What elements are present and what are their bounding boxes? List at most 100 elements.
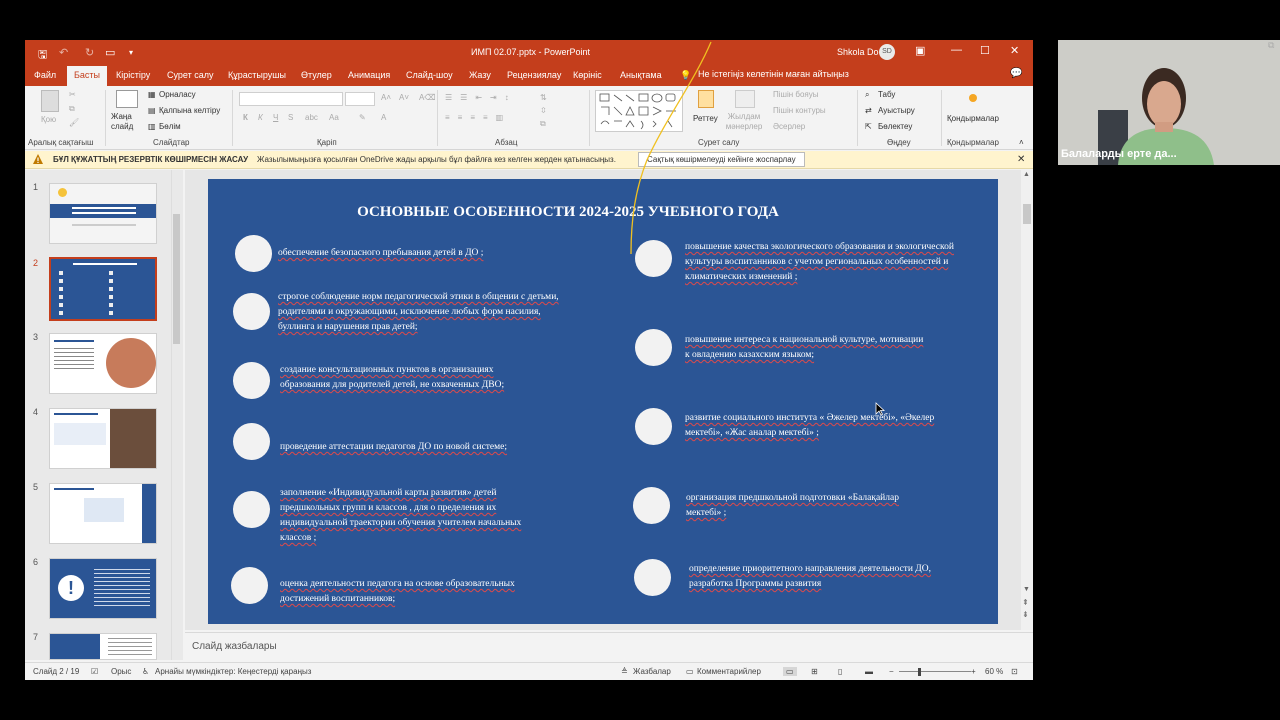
reading-view-icon[interactable]: ▯ bbox=[838, 667, 842, 676]
tab-review[interactable]: Рецензиялау bbox=[507, 70, 561, 80]
customize-qat-icon[interactable]: ▾ bbox=[129, 48, 133, 57]
addins-button[interactable]: Қондырмалар bbox=[947, 114, 999, 123]
slideshow-view-icon[interactable]: ▬ bbox=[865, 667, 873, 676]
user-name[interactable]: Shkola Do bbox=[837, 47, 879, 57]
tab-transitions[interactable]: Өтулер bbox=[301, 70, 332, 80]
close-icon[interactable]: ✕ bbox=[1010, 44, 1019, 57]
replace-button[interactable]: Ауыстыру bbox=[878, 106, 915, 115]
normal-view-icon[interactable]: ▭ bbox=[783, 667, 797, 676]
zoom-slider[interactable] bbox=[899, 671, 971, 672]
underline-button[interactable]: Ч bbox=[273, 113, 278, 122]
zoom-level[interactable]: 60 % bbox=[985, 667, 1003, 676]
tab-draw[interactable]: Сурет салу bbox=[167, 70, 214, 80]
tab-slideshow[interactable]: Слайд-шоу bbox=[406, 70, 453, 80]
left-item-1[interactable]: обеспечение безопасного пребывания детей… bbox=[278, 246, 538, 261]
layout-button[interactable]: Орналасу bbox=[159, 90, 196, 99]
smartart-icon[interactable]: ⧉ bbox=[540, 119, 546, 129]
notes-pane[interactable]: Слайд жазбалары bbox=[185, 632, 1033, 660]
quick-styles-button[interactable]: Жылдам мәнерлер bbox=[722, 112, 766, 132]
copy-icon[interactable]: ⧉ bbox=[69, 104, 75, 114]
right-item-3[interactable]: развитие социального института « Әжелер … bbox=[685, 411, 955, 441]
right-item-4[interactable]: организация предшкольной подготовки «Бал… bbox=[686, 491, 926, 521]
new-slide-button[interactable]: Жаңа слайд bbox=[111, 112, 141, 132]
minimize-icon[interactable]: — bbox=[951, 44, 962, 56]
strike-button[interactable]: S bbox=[288, 113, 293, 122]
tab-animations[interactable]: Анимация bbox=[348, 70, 390, 80]
font-name-box[interactable] bbox=[239, 92, 343, 106]
avatar[interactable]: SD bbox=[879, 44, 895, 60]
comments-toggle-icon[interactable]: ▭ bbox=[686, 667, 694, 676]
cut-icon[interactable]: ✂ bbox=[69, 90, 76, 99]
notes-placeholder[interactable]: Слайд жазбалары bbox=[192, 641, 277, 652]
slide-thumbnail-5[interactable] bbox=[49, 483, 157, 544]
redo-icon[interactable]: ↻ bbox=[85, 46, 94, 59]
zoom-slider-thumb[interactable] bbox=[918, 668, 921, 676]
reset-button[interactable]: Қалпына келтіру bbox=[159, 106, 220, 115]
font-shrink-icon[interactable]: A˅ bbox=[399, 93, 409, 102]
slide-thumbnail-1[interactable] bbox=[49, 183, 157, 244]
font-color-icon[interactable]: A bbox=[381, 113, 386, 122]
char-spacing-icon[interactable]: abc bbox=[305, 113, 318, 122]
slide-thumbnail-3[interactable] bbox=[49, 333, 157, 394]
accessibility-icon[interactable]: ♿ bbox=[142, 667, 149, 676]
format-painter-icon[interactable]: 🖌 bbox=[69, 118, 79, 127]
infobar-close-icon[interactable]: ✕ bbox=[1017, 154, 1025, 165]
right-item-1[interactable]: повышение качества экологического образо… bbox=[685, 240, 975, 285]
font-grow-icon[interactable]: A˄ bbox=[381, 93, 391, 102]
highlight-icon[interactable]: ✎ bbox=[359, 113, 366, 122]
text-direction-icon[interactable]: ⇅ bbox=[540, 93, 547, 102]
undo-icon[interactable]: ↶ bbox=[59, 46, 68, 59]
slide-thumbnail-7[interactable] bbox=[49, 633, 157, 660]
left-item-6[interactable]: оценка деятельности педагога на основе о… bbox=[280, 577, 560, 607]
slideshow-icon[interactable]: ▭ bbox=[105, 46, 115, 59]
paste-icon[interactable] bbox=[41, 90, 59, 112]
change-case-icon[interactable]: Aa bbox=[329, 113, 339, 122]
find-button[interactable]: Табу bbox=[878, 90, 895, 99]
clear-format-icon[interactable]: A⌫ bbox=[419, 93, 436, 102]
bullets-icon[interactable]: ☰☰⇤⇥↕ bbox=[445, 93, 517, 102]
comments-toggle[interactable]: Комментарийлер bbox=[697, 667, 761, 676]
accessibility-status[interactable]: Арнайы мүмкіндіктер: Кеңестерді қараңыз bbox=[155, 667, 311, 676]
tab-design[interactable]: Құрастырушы bbox=[228, 70, 286, 80]
tab-insert[interactable]: Кірістіру bbox=[116, 70, 150, 80]
align-text-icon[interactable]: ⇳ bbox=[540, 106, 547, 115]
align-icons[interactable]: ≡≡≡≡▥ bbox=[445, 113, 511, 122]
slide-thumbnail-6[interactable]: ! bbox=[49, 558, 157, 619]
panel-expand-icon[interactable]: ⧉ bbox=[1268, 40, 1280, 54]
quick-styles-icon[interactable] bbox=[735, 90, 755, 108]
right-item-2[interactable]: повышение интереса к национальной культу… bbox=[685, 333, 925, 363]
bold-button[interactable]: К bbox=[243, 113, 248, 122]
prev-slide-icon[interactable]: ⇞ bbox=[1022, 598, 1029, 607]
font-size-box[interactable] bbox=[345, 92, 375, 106]
paste-button[interactable]: Қою bbox=[41, 115, 56, 124]
maximize-icon[interactable]: ☐ bbox=[980, 44, 990, 57]
proofing-icon[interactable]: ☑ bbox=[91, 667, 98, 676]
tab-home[interactable]: Басты bbox=[67, 66, 108, 86]
fit-slide-icon[interactable]: ⊡ bbox=[1011, 667, 1018, 676]
tab-record[interactable]: Жазу bbox=[469, 70, 491, 80]
zoom-in-icon[interactable]: + bbox=[971, 667, 976, 676]
slide-scrollbar[interactable]: ▲ ▼ ⇞ ⇟ bbox=[1021, 170, 1033, 630]
language-indicator[interactable]: Орыс bbox=[111, 667, 131, 676]
slide-sorter-icon[interactable]: ⊞ bbox=[811, 667, 818, 676]
left-item-3[interactable]: создание консультационных пунктов в орга… bbox=[280, 363, 540, 393]
slide-thumbnail-4[interactable] bbox=[49, 408, 157, 469]
shape-effects-button[interactable]: Әсерлер bbox=[773, 122, 805, 131]
left-item-5[interactable]: заполнение «Индивидуальной карты развити… bbox=[280, 486, 550, 546]
addins-icon[interactable] bbox=[969, 94, 977, 102]
shape-outline-button[interactable]: Пішін контуры bbox=[773, 106, 826, 115]
comments-icon[interactable]: 💬 bbox=[1010, 68, 1022, 79]
notes-icon[interactable]: ≜ bbox=[621, 667, 628, 676]
notes-toggle[interactable]: Жазбалар bbox=[633, 667, 671, 676]
right-item-5[interactable]: определение приоритетного направления де… bbox=[689, 562, 939, 592]
select-button[interactable]: Бөлектеу bbox=[878, 122, 912, 131]
ribbon-display-icon[interactable]: ▣ bbox=[915, 44, 925, 57]
zoom-out-icon[interactable]: − bbox=[889, 667, 894, 676]
collapse-ribbon-icon[interactable]: ˄ bbox=[1019, 138, 1024, 147]
left-item-4[interactable]: проведение аттестации педагогов ДО по но… bbox=[280, 440, 580, 455]
shape-fill-button[interactable]: Пішін бояуы bbox=[773, 90, 818, 99]
tab-view[interactable]: Көрініс bbox=[573, 70, 602, 80]
tab-file[interactable]: Файл bbox=[34, 70, 56, 80]
left-item-2[interactable]: строгое соблюдение норм педагогической э… bbox=[278, 290, 568, 335]
section-button[interactable]: Бөлім bbox=[159, 122, 181, 131]
